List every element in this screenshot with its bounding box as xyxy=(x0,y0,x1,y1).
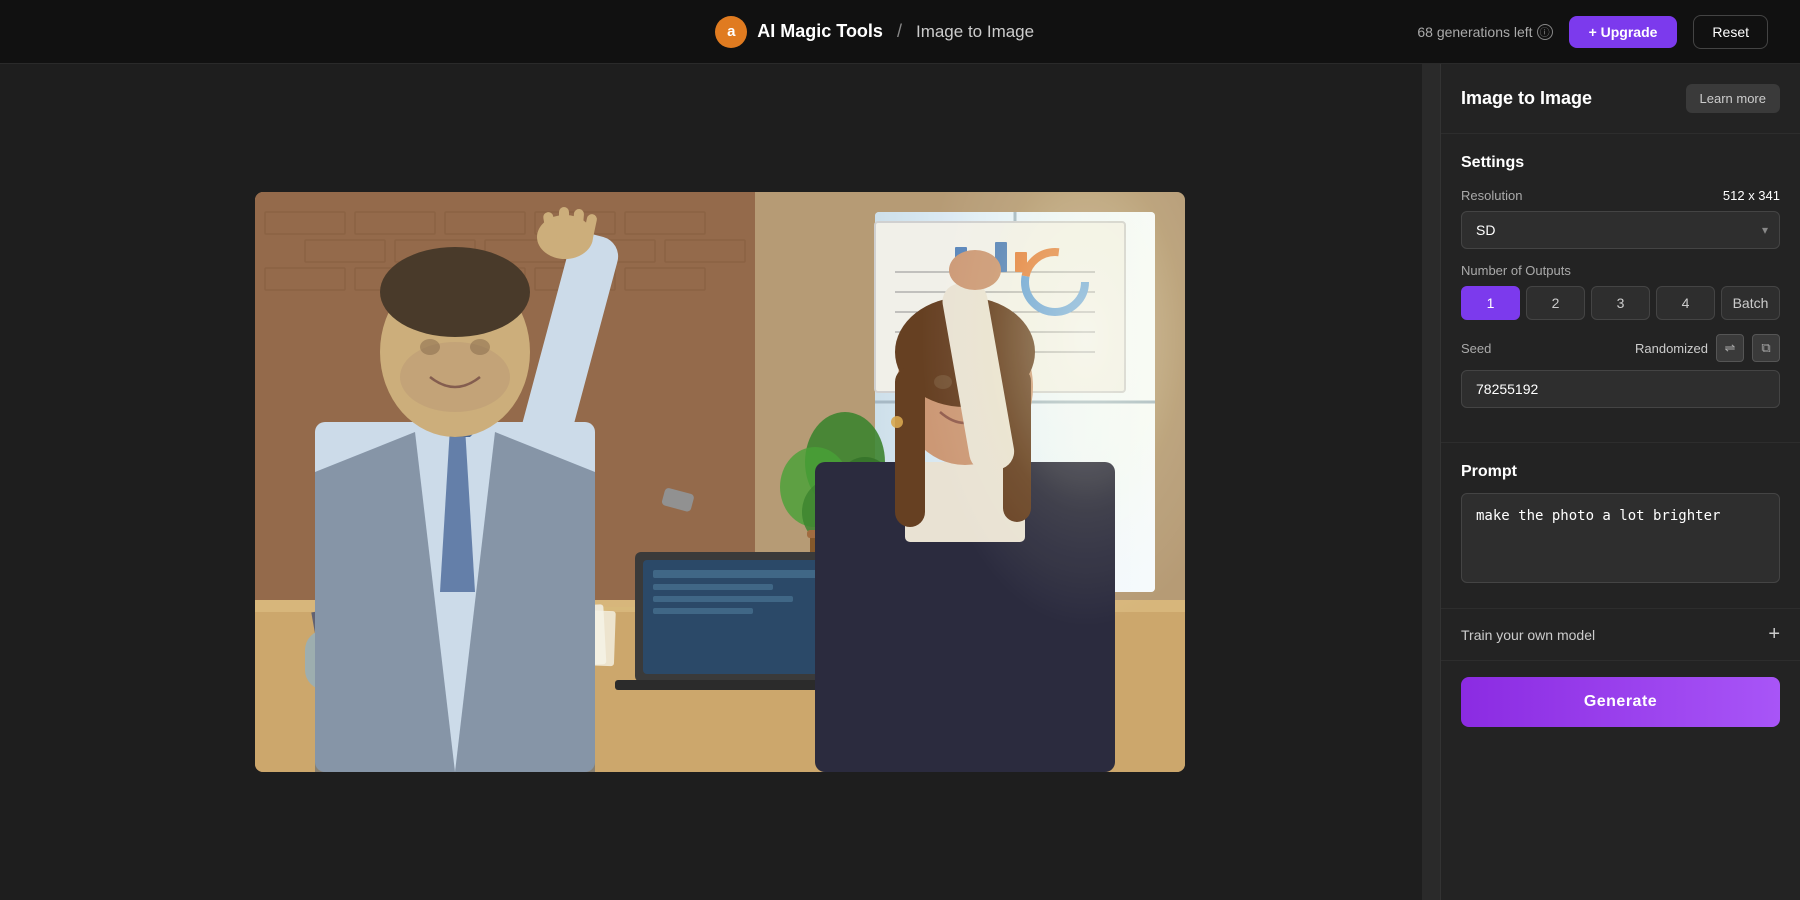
page-name: Image to Image xyxy=(916,22,1034,42)
train-model-row[interactable]: Train your own model + xyxy=(1441,609,1800,661)
seed-row: Seed Randomized ⇌ ⧉ xyxy=(1461,334,1780,408)
seed-shuffle-button[interactable]: ⇌ xyxy=(1716,334,1744,362)
output-btn-3[interactable]: 3 xyxy=(1591,286,1650,320)
train-model-plus-button[interactable]: + xyxy=(1768,623,1780,646)
settings-section: Settings Resolution 512 x 341 SD HD Full… xyxy=(1441,134,1800,443)
breadcrumb-separator: / xyxy=(897,21,902,42)
topbar-right: 68 generations left ⓘ + Upgrade Reset xyxy=(1417,15,1768,49)
canvas-area xyxy=(0,64,1440,900)
resolution-label: Resolution xyxy=(1461,188,1522,203)
learn-more-button[interactable]: Learn more xyxy=(1686,84,1780,113)
image-container xyxy=(255,192,1185,772)
seed-controls: Randomized ⇌ ⧉ xyxy=(1635,334,1780,362)
output-buttons-group: 1 2 3 4 Batch xyxy=(1461,286,1780,320)
photo-canvas xyxy=(255,192,1185,772)
seed-label-row: Seed Randomized ⇌ ⧉ xyxy=(1461,334,1780,362)
output-btn-4[interactable]: 4 xyxy=(1656,286,1715,320)
generate-section: Generate xyxy=(1441,661,1800,743)
app-icon: a xyxy=(715,16,747,48)
outputs-row: Number of Outputs 1 2 3 4 Batch xyxy=(1461,263,1780,320)
output-btn-2[interactable]: 2 xyxy=(1526,286,1585,320)
panel-header: Image to Image Learn more xyxy=(1461,84,1780,113)
reset-button[interactable]: Reset xyxy=(1693,15,1768,49)
resolution-label-row: Resolution 512 x 341 xyxy=(1461,188,1780,203)
panel-image-to-image-section: Image to Image Learn more xyxy=(1441,64,1800,134)
breadcrumb: a AI Magic Tools / Image to Image xyxy=(715,16,1034,48)
resolution-select-wrapper: SD HD Full HD 4K ▾ xyxy=(1461,211,1780,249)
seed-input[interactable] xyxy=(1461,370,1780,408)
output-btn-batch[interactable]: Batch xyxy=(1721,286,1780,320)
brand-name: AI Magic Tools xyxy=(757,21,883,42)
seed-copy-button[interactable]: ⧉ xyxy=(1752,334,1780,362)
prompt-textarea[interactable]: make the photo a lot brighter xyxy=(1461,493,1780,583)
output-btn-1[interactable]: 1 xyxy=(1461,286,1520,320)
seed-label: Seed xyxy=(1461,341,1491,356)
train-model-text: Train your own model xyxy=(1461,627,1595,643)
panel-title: Image to Image xyxy=(1461,88,1592,109)
scrollbar[interactable] xyxy=(1422,64,1440,900)
resolution-row: Resolution 512 x 341 SD HD Full HD 4K ▾ xyxy=(1461,188,1780,249)
main-layout: Image to Image Learn more Settings Resol… xyxy=(0,64,1800,900)
topbar: a AI Magic Tools / Image to Image 68 gen… xyxy=(0,0,1800,64)
resolution-select[interactable]: SD HD Full HD 4K xyxy=(1461,211,1780,249)
generations-left: 68 generations left ⓘ xyxy=(1417,24,1552,40)
settings-title: Settings xyxy=(1461,154,1780,172)
upgrade-button[interactable]: + Upgrade xyxy=(1569,16,1678,48)
prompt-title: Prompt xyxy=(1461,463,1780,481)
generate-button[interactable]: Generate xyxy=(1461,677,1780,727)
seed-randomized-text: Randomized xyxy=(1635,341,1708,356)
outputs-label: Number of Outputs xyxy=(1461,263,1780,278)
prompt-section: Prompt make the photo a lot brighter xyxy=(1441,443,1800,609)
info-icon[interactable]: ⓘ xyxy=(1537,24,1553,40)
resolution-value: 512 x 341 xyxy=(1723,188,1780,203)
right-panel: Image to Image Learn more Settings Resol… xyxy=(1440,64,1800,900)
